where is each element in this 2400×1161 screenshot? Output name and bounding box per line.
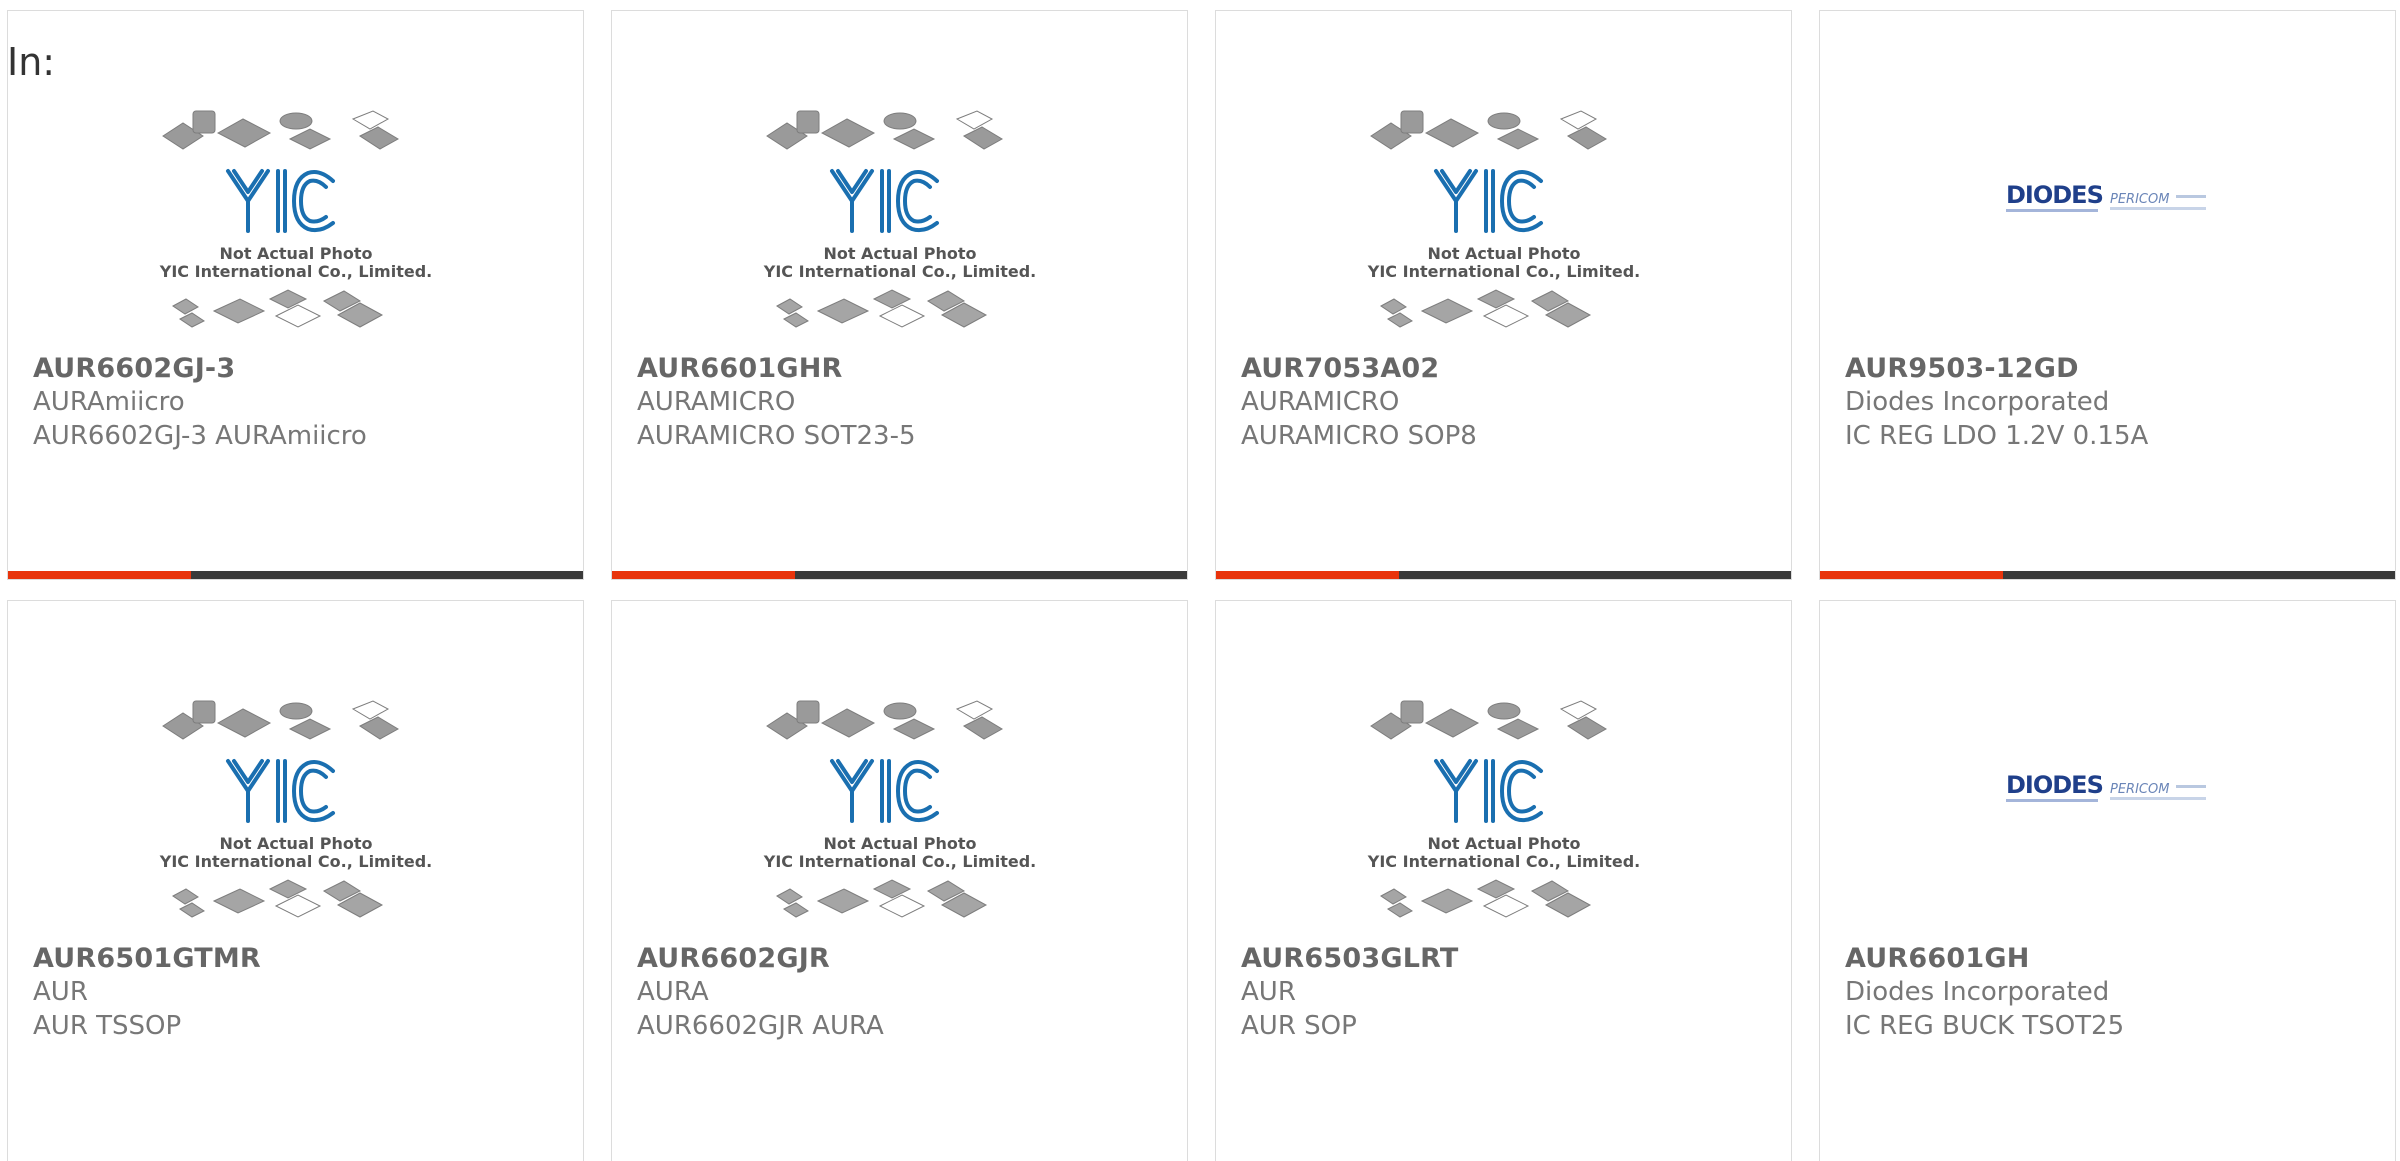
product-card[interactable]: Not Actual Photo YIC International Co., … (1215, 10, 1792, 580)
product-card[interactable]: DIODES PERICOM AUR9503-12GD Diodes Incor… (1819, 10, 2396, 580)
part-number[interactable]: AUR9503-12GD (1845, 353, 2079, 384)
description: AUR TSSOP (33, 1011, 182, 1041)
product-image-placeholder: Not Actual Photo YIC International Co., … (8, 91, 583, 351)
in-label: In: (7, 40, 56, 84)
card-accent-bar (8, 571, 191, 579)
manufacturer: AUR (33, 977, 88, 1007)
part-number[interactable]: AUR6601GHR (637, 353, 842, 384)
product-card[interactable]: DIODES PERICOM AUR6601GH Diodes Incorpor… (1819, 600, 2396, 1161)
manufacturer-logo: DIODES PERICOM (1820, 91, 2395, 351)
diodes-logo-text: DIODES (2006, 771, 2103, 799)
product-image-placeholder: Not Actual Photo YIC International Co., … (8, 681, 583, 941)
yic-placeholder-graphic: Not Actual Photo YIC International Co., … (1367, 110, 1640, 328)
manufacturer: AURAMICRO (637, 387, 796, 417)
yic-placeholder-graphic: Not Actual Photo YIC International Co., … (763, 110, 1036, 328)
product-image-placeholder: Not Actual Photo YIC International Co., … (1216, 91, 1791, 351)
manufacturer: AURAmiicro (33, 387, 185, 417)
yic-logo-icon (1434, 759, 1543, 823)
diodes-logo-text: DIODES (2006, 181, 2103, 209)
part-number[interactable]: AUR6601GH (1845, 943, 2030, 974)
card-accent-bar (1820, 571, 2003, 579)
yic-placeholder-graphic: Not Actual Photo YIC International Co., … (159, 700, 432, 918)
part-number[interactable]: AUR6501GTMR (33, 943, 261, 974)
manufacturer: AUR (1241, 977, 1296, 1007)
description: AUR SOP (1241, 1011, 1357, 1041)
manufacturer-logo: DIODES PERICOM (1820, 681, 2395, 941)
part-number[interactable]: AUR7053A02 (1241, 353, 1439, 384)
product-card[interactable]: Not Actual Photo YIC International Co., … (1215, 600, 1792, 1161)
yic-company-caption: YIC International Co., Limited. (1367, 262, 1640, 281)
manufacturer: AURAMICRO (1241, 387, 1400, 417)
description: IC REG BUCK TSOT25 (1845, 1011, 2125, 1041)
not-actual-photo-caption: Not Actual Photo (1427, 834, 1580, 853)
yic-placeholder-graphic: Not Actual Photo YIC International Co., … (1367, 700, 1640, 918)
part-number[interactable]: AUR6602GJR (637, 943, 830, 974)
yic-logo-icon (830, 759, 939, 823)
not-actual-photo-caption: Not Actual Photo (219, 834, 372, 853)
not-actual-photo-caption: Not Actual Photo (823, 834, 976, 853)
manufacturer: AURA (637, 977, 709, 1007)
product-card[interactable]: Not Actual Photo YIC International Co., … (7, 600, 584, 1161)
yic-company-caption: YIC International Co., Limited. (159, 262, 432, 281)
yic-company-caption: YIC International Co., Limited. (763, 852, 1036, 871)
yic-company-caption: YIC International Co., Limited. (1367, 852, 1640, 871)
product-grid-page: In: Not Actual Photo YIC International C… (0, 0, 2400, 1161)
yic-logo-icon (226, 759, 335, 823)
card-bottom-bar (612, 571, 1187, 579)
yic-company-caption: YIC International Co., Limited. (763, 262, 1036, 281)
part-number[interactable]: AUR6503GLRT (1241, 943, 1459, 974)
manufacturer: Diodes Incorporated (1845, 977, 2110, 1007)
product-image-placeholder: Not Actual Photo YIC International Co., … (1216, 681, 1791, 941)
description: AUR6602GJ-3 AURAmiicro (33, 421, 367, 451)
product-image-placeholder: Not Actual Photo YIC International Co., … (612, 91, 1187, 351)
diodes-pericom-logo-graphic: DIODES PERICOM (2006, 181, 2206, 212)
product-image-placeholder: Not Actual Photo YIC International Co., … (612, 681, 1187, 941)
card-bottom-bar (1216, 571, 1791, 579)
diodes-pericom-logo-graphic: DIODES PERICOM (2006, 771, 2206, 802)
description: AURAMICRO SOT23-5 (637, 421, 916, 451)
product-card[interactable]: Not Actual Photo YIC International Co., … (7, 10, 584, 580)
not-actual-photo-caption: Not Actual Photo (823, 244, 976, 263)
manufacturer: Diodes Incorporated (1845, 387, 2110, 417)
card-bottom-bar (8, 571, 583, 579)
description: AUR6602GJR AURA (637, 1011, 884, 1041)
yic-logo-icon (1434, 169, 1543, 233)
yic-placeholder-graphic: Not Actual Photo YIC International Co., … (159, 110, 432, 328)
yic-logo-icon (226, 169, 335, 233)
card-accent-bar (1216, 571, 1399, 579)
part-number[interactable]: AUR6602GJ-3 (33, 353, 235, 384)
description: IC REG LDO 1.2V 0.15A (1845, 421, 2149, 451)
yic-company-caption: YIC International Co., Limited. (159, 852, 432, 871)
yic-placeholder-graphic: Not Actual Photo YIC International Co., … (763, 700, 1036, 918)
product-card[interactable]: Not Actual Photo YIC International Co., … (611, 10, 1188, 580)
pericom-logo-text: PERICOM (2110, 782, 2169, 797)
product-card[interactable]: Not Actual Photo YIC International Co., … (611, 600, 1188, 1161)
card-bottom-bar (1820, 571, 2395, 579)
card-accent-bar (612, 571, 795, 579)
pericom-logo-text: PERICOM (2110, 192, 2169, 207)
not-actual-photo-caption: Not Actual Photo (219, 244, 372, 263)
description: AURAMICRO SOP8 (1241, 421, 1477, 451)
yic-logo-icon (830, 169, 939, 233)
not-actual-photo-caption: Not Actual Photo (1427, 244, 1580, 263)
